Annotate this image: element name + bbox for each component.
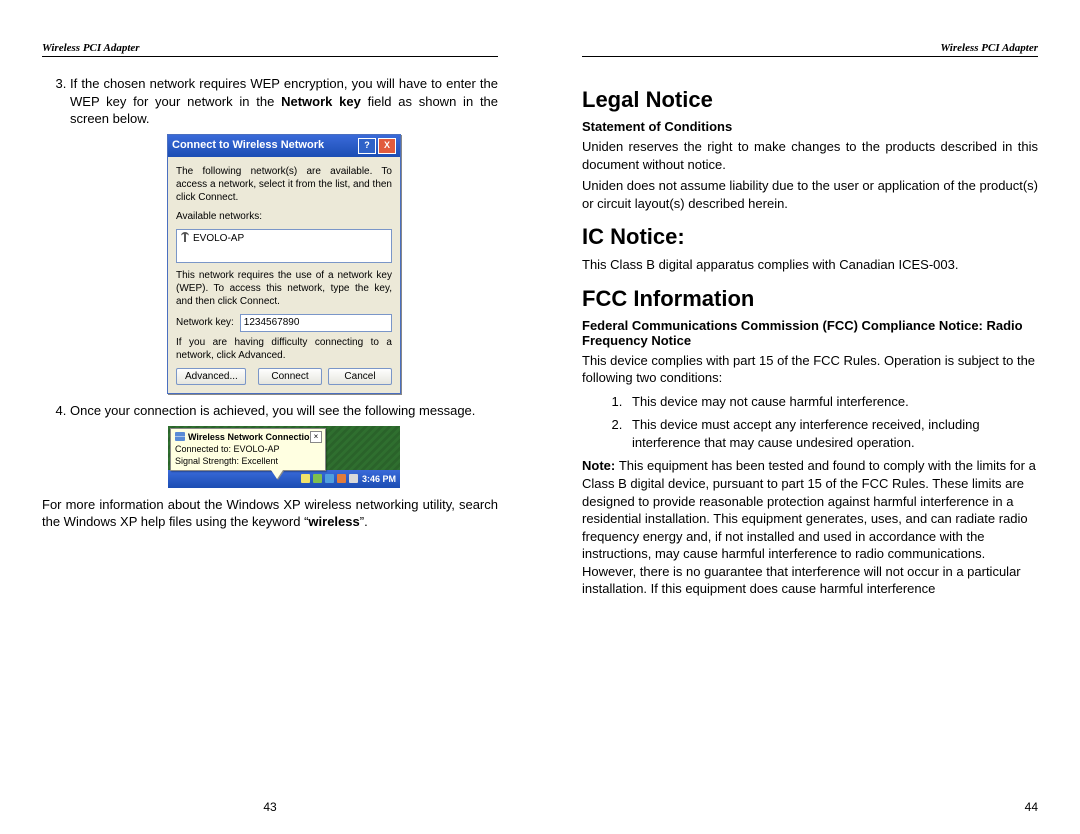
soc-paragraph-2: Uniden does not assume liability due to … — [582, 177, 1038, 212]
network-ssid: EVOLO-AP — [193, 232, 244, 246]
connect-button[interactable]: Connect — [258, 368, 322, 386]
balloon-close-icon[interactable]: × — [310, 431, 322, 443]
advanced-note: If you are having difficulty connecting … — [176, 336, 392, 362]
page-left: Wireless PCI Adapter If the chosen netwo… — [0, 0, 540, 834]
fcc-subheading: Federal Communications Commission (FCC) … — [582, 318, 1038, 348]
dialog-body: The following network(s) are available. … — [168, 157, 400, 394]
statement-conditions-heading: Statement of Conditions — [582, 119, 1038, 134]
running-header-right: Wireless PCI Adapter — [582, 42, 1038, 57]
balloon-line2: Signal Strength: Excellent — [175, 455, 321, 467]
taskbar: 3:46 PM — [168, 470, 400, 488]
dialog-title: Connect to Wireless Network — [172, 138, 356, 153]
dialog-intro: The following network(s) are available. … — [176, 165, 392, 204]
step-3: If the chosen network requires WEP encry… — [70, 75, 498, 394]
close-icon[interactable]: X — [378, 138, 396, 154]
taskbar-clock: 3:46 PM — [362, 473, 396, 485]
tray-icon[interactable] — [313, 474, 322, 483]
step-4: Once your connection is achieved, you wi… — [70, 402, 498, 488]
legal-notice-heading: Legal Notice — [582, 87, 1038, 113]
tray-icon[interactable] — [325, 474, 334, 483]
balloon-line1: Connected to: EVOLO-AP — [175, 443, 321, 455]
tray-icon[interactable] — [349, 474, 358, 483]
balloon-title: Wireless Network Connection — [188, 431, 315, 443]
tray-icon[interactable] — [301, 474, 310, 483]
fcc-condition-2: This device must accept any interference… — [626, 416, 1038, 451]
soc-paragraph-1: Uniden reserves the right to make change… — [582, 138, 1038, 173]
dialog-titlebar: Connect to Wireless Network ? X — [168, 135, 400, 157]
ic-paragraph: This Class B digital apparatus complies … — [582, 256, 1038, 274]
fcc-info-heading: FCC Information — [582, 286, 1038, 312]
balloon-tooltip: × Wireless Network Connection Connected … — [170, 428, 326, 471]
closing-paragraph: For more information about the Windows X… — [42, 496, 498, 531]
fcc-conditions-list: This device may not cause harmful interf… — [582, 393, 1038, 452]
connection-balloon-screenshot: × Wireless Network Connection Connected … — [168, 426, 400, 488]
netkey-input[interactable]: 1234567890 — [240, 314, 392, 332]
network-listbox[interactable]: EVOLO-AP — [176, 229, 392, 263]
netkey-label: Network key: — [176, 316, 234, 330]
wireless-icon — [175, 432, 185, 441]
available-label: Available networks: — [176, 210, 392, 223]
cancel-button[interactable]: Cancel — [328, 368, 392, 386]
connect-wireless-dialog: Connect to Wireless Network ? X The foll… — [167, 134, 401, 395]
running-header-left: Wireless PCI Adapter — [42, 42, 498, 57]
desktop-area: × Wireless Network Connection Connected … — [168, 426, 400, 470]
page-number-right: 44 — [582, 800, 1038, 814]
page-right: Wireless PCI Adapter Legal Notice Statem… — [540, 0, 1080, 834]
fcc-intro: This device complies with part 15 of the… — [582, 352, 1038, 387]
wep-note: This network requires the use of a netwo… — [176, 269, 392, 308]
ic-notice-heading: IC Notice: — [582, 224, 1038, 250]
systray-icons[interactable] — [301, 474, 358, 483]
instruction-list: If the chosen network requires WEP encry… — [42, 75, 498, 488]
fcc-condition-1: This device may not cause harmful interf… — [626, 393, 1038, 411]
page-number-left: 43 — [42, 800, 498, 814]
network-item[interactable]: EVOLO-AP — [181, 232, 387, 246]
tray-icon[interactable] — [337, 474, 346, 483]
help-icon[interactable]: ? — [358, 138, 376, 154]
antenna-icon — [181, 234, 189, 242]
network-key-label: Network key — [281, 94, 361, 109]
fcc-note: Note: This equipment has been tested and… — [582, 457, 1038, 597]
keyword-wireless: wireless — [308, 514, 359, 529]
note-label: Note: — [582, 458, 619, 473]
advanced-button[interactable]: Advanced... — [176, 368, 246, 386]
